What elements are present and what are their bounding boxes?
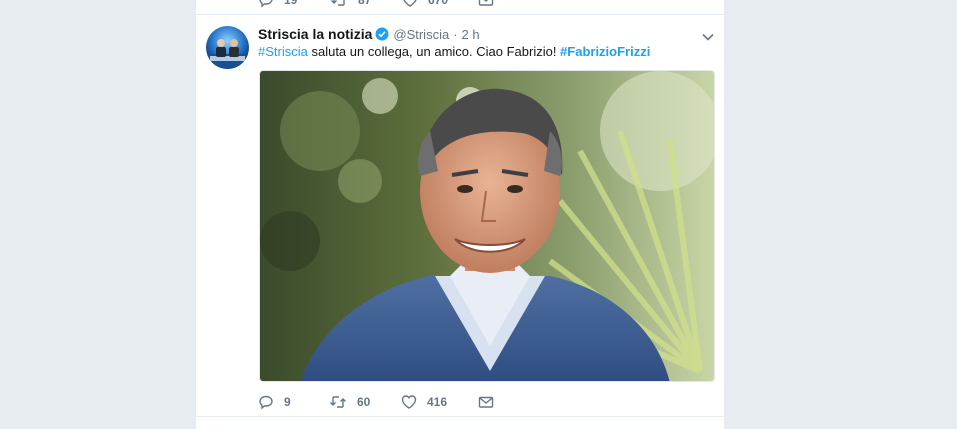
retweet-count: 60 (357, 395, 371, 409)
reply-button[interactable]: 19 (258, 0, 330, 8)
like-count: 670 (428, 0, 449, 7)
direct-message-icon (478, 0, 494, 6)
like-icon (403, 0, 417, 7)
like-button[interactable]: 416 (401, 394, 478, 410)
like-icon (401, 395, 417, 409)
author-handle[interactable]: @Striscia (393, 27, 449, 42)
reply-count: 19 (284, 0, 298, 7)
hashtag-link[interactable]: #Striscia (258, 44, 308, 59)
caret-down-icon (702, 33, 714, 41)
previous-tweet: 19 87 670 (196, 0, 724, 15)
tweet-actions: 9 60 416 (258, 393, 494, 411)
like-count: 416 (427, 395, 448, 409)
time-separator: · (453, 26, 458, 42)
author-name[interactable]: Striscia la notizia (258, 26, 372, 42)
reply-button[interactable]: 9 (258, 394, 329, 410)
timeline-stream: 19 87 670 Striscia la notizia @Striscia … (196, 0, 724, 429)
retweet-button[interactable]: 60 (329, 394, 401, 410)
tweet-body-text: saluta un collega, un amico. Ciao Fabriz… (307, 44, 561, 59)
photo-image (260, 71, 714, 381)
tweet[interactable]: Striscia la notizia @Striscia · 2 h #Str… (196, 16, 724, 417)
verified-badge-icon (375, 27, 389, 41)
reply-icon (259, 0, 273, 8)
tweet-timestamp[interactable]: 2 h (462, 27, 480, 42)
retweet-icon (330, 396, 346, 408)
direct-message-icon (478, 396, 494, 408)
direct-message-button[interactable] (478, 0, 494, 8)
retweet-button[interactable]: 87 (330, 0, 402, 8)
tweet-photo[interactable] (259, 70, 715, 382)
direct-message-button[interactable] (478, 394, 494, 410)
avatar-image (206, 26, 249, 69)
hashtag-link[interactable]: #FabrizioFrizzi (560, 44, 650, 59)
reply-icon (259, 395, 273, 410)
like-button[interactable]: 670 (402, 0, 478, 8)
retweet-icon (331, 0, 345, 6)
retweet-count: 87 (358, 0, 372, 7)
avatar[interactable] (206, 26, 249, 69)
tweet-header: Striscia la notizia @Striscia · 2 h (258, 25, 480, 43)
previous-tweet-actions: 19 87 670 (258, 0, 494, 8)
tweet-text: #Striscia saluta un collega, un amico. C… (258, 43, 708, 61)
reply-count: 9 (284, 395, 291, 409)
